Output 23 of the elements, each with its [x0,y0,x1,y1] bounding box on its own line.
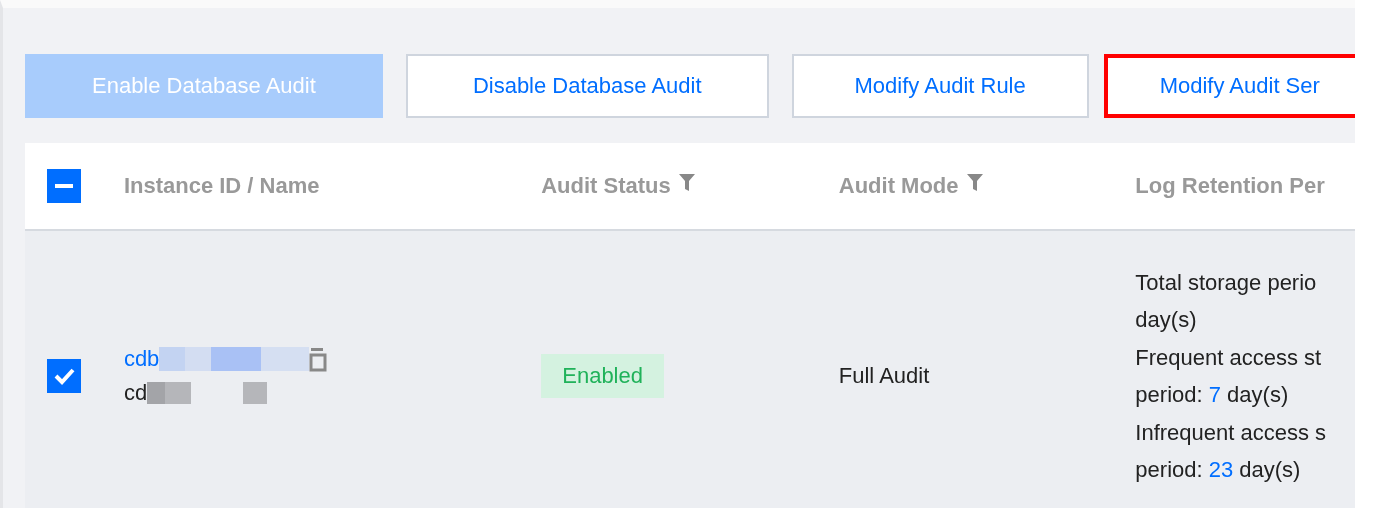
minus-icon [55,184,73,188]
retention-line: period: 23 day(s) [1135,456,1302,484]
toolbar-button[interactable]: Modify Audit Ser [1103,54,1355,118]
instance-id-link[interactable]: cdb [123,346,160,372]
filter-icon[interactable] [966,174,983,192]
instance-name: cd [123,380,148,406]
column-header: Log Retention Per [1135,173,1325,199]
copy-icon[interactable] [309,346,328,372]
row-checkbox[interactable] [47,359,81,393]
toolbar-button[interactable]: Disable Database Audit [405,54,769,118]
select-all-checkbox[interactable] [47,169,81,203]
filter-icon[interactable] [678,174,695,192]
retention-line: Infrequent access s [1135,418,1328,447]
retention-line: period: 7 day(s) [1135,381,1290,409]
toolbar-button[interactable]: Modify Audit Rule [791,54,1089,118]
column-header: Audit Status [541,173,671,199]
retention-line: Frequent access st [1135,343,1323,372]
column-header: Audit Mode [838,173,959,199]
status-tag: Enabled [541,354,664,398]
retention-line: day(s) [1135,306,1198,334]
audit-mode: Full Audit [838,363,930,388]
retention-line: Total storage perio [1135,268,1318,297]
column-header: Instance ID / Name [123,173,320,199]
